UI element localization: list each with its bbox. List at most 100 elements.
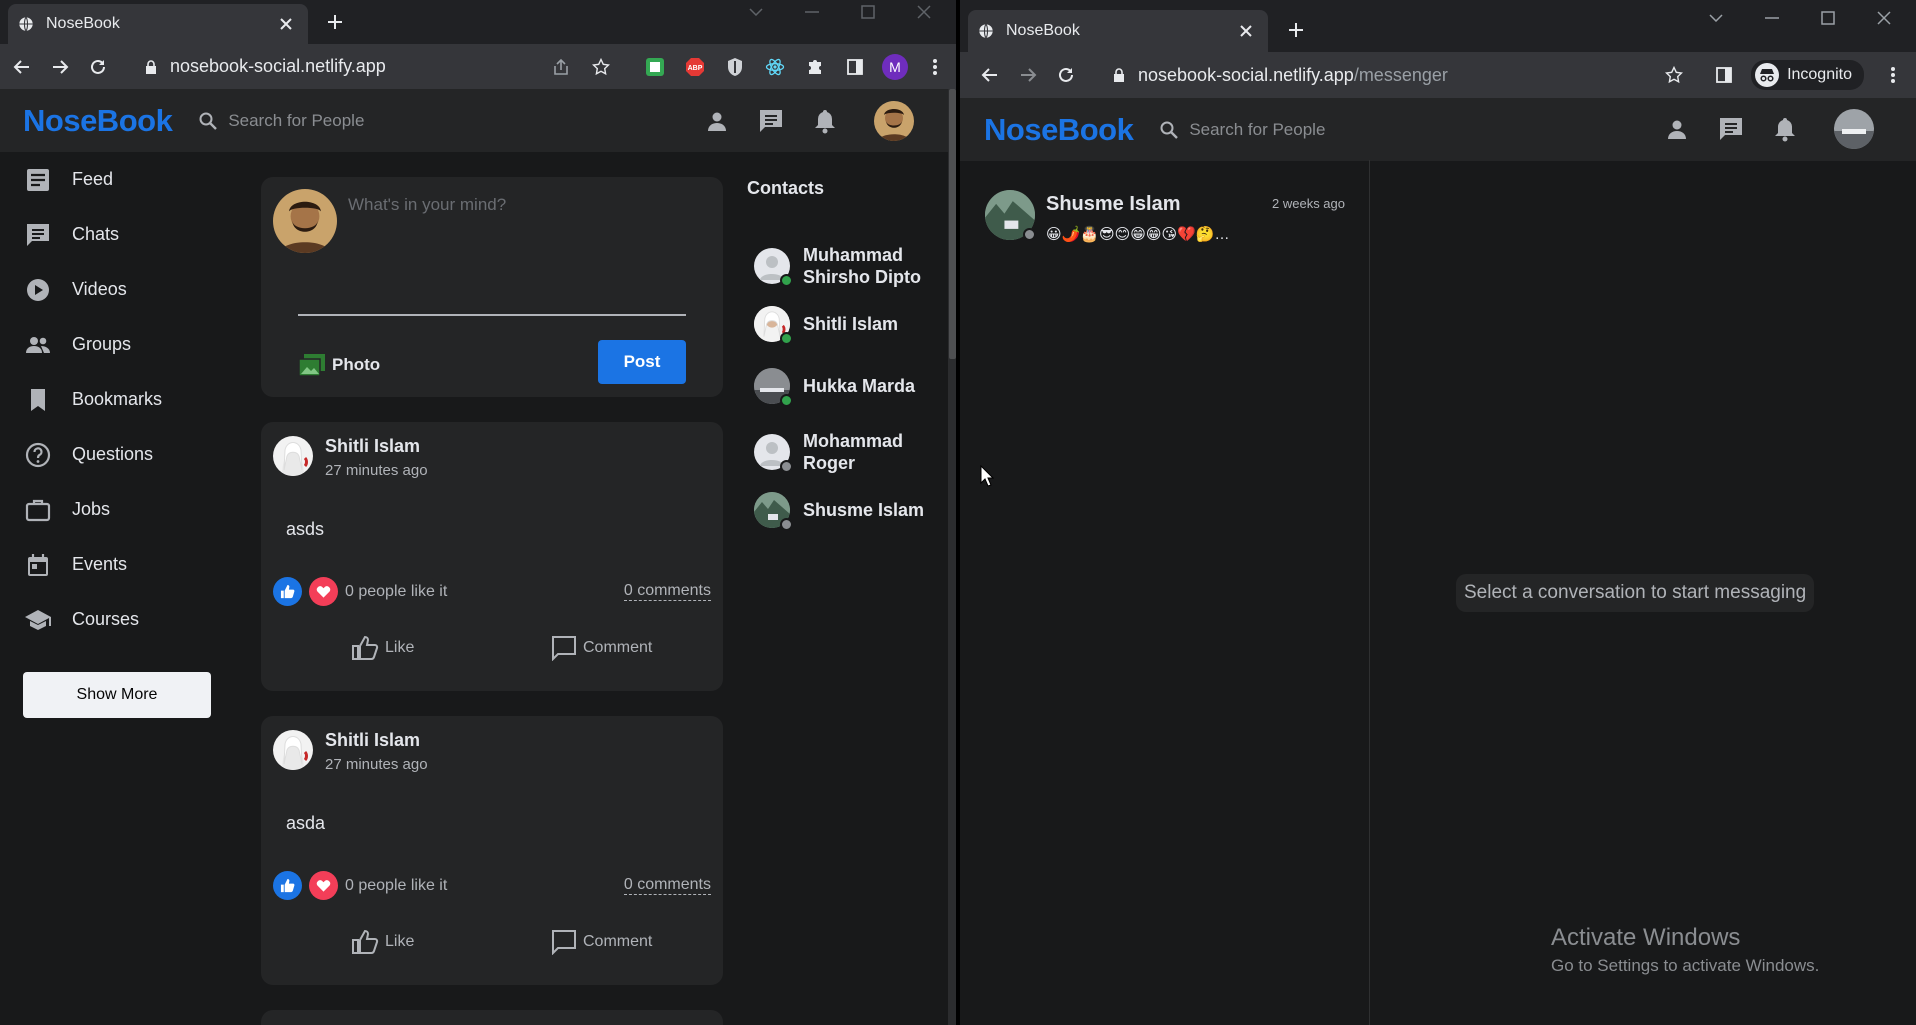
search-input[interactable]: Search for People [228,111,364,131]
post-author[interactable]: Shitli Islam [325,436,420,457]
close-tab-icon[interactable] [274,12,298,36]
like-reaction-icon[interactable] [273,871,302,900]
contact-item[interactable]: Mohammad Roger [754,430,923,474]
maximize-icon[interactable] [1800,6,1856,30]
person-icon[interactable] [704,108,730,134]
close-window-icon[interactable] [896,0,952,24]
conversation-item[interactable]: Shusme Islam 2 weeks ago 😀🌶️🎂😎😊😁😁😘💔🤔… [985,190,1355,250]
offline-status-dot [780,518,793,531]
search-input[interactable]: Search for People [1189,120,1325,140]
extension-green-icon[interactable] [640,52,670,82]
show-more-button[interactable]: Show More [23,672,211,718]
url-host: nosebook-social.netlify.app [170,56,386,76]
header-actions [1636,109,1874,149]
reactions: 0 people like it [273,871,447,900]
puzzle-icon[interactable] [800,52,830,82]
contact-item[interactable]: Shusme Islam [754,492,924,531]
like-button[interactable]: Like [351,929,414,955]
heart-reaction-icon[interactable] [309,577,338,606]
contact-item[interactable]: Hukka Marda [754,368,915,407]
reload-icon[interactable] [82,51,114,83]
chat-icon[interactable] [758,108,784,134]
app-logo[interactable]: NoseBook [23,103,173,139]
star-icon[interactable] [1659,60,1689,90]
comment-button[interactable]: Comment [551,635,652,661]
sidebar-item-questions[interactable]: Questions [0,427,240,482]
kebab-menu-icon[interactable] [920,52,950,82]
share-input[interactable]: What's in your mind? [348,195,506,215]
tab-search-icon[interactable] [1688,6,1744,30]
adblock-icon[interactable]: ABP [680,52,710,82]
minimize-icon[interactable] [784,0,840,24]
chat-icon[interactable] [1718,116,1744,142]
left-sidebar: Feed Chats Videos Groups Bookmarks Quest… [0,152,240,647]
school-icon [25,609,51,630]
search-box[interactable]: Search for People [198,111,364,131]
post-author-avatar[interactable] [273,436,313,476]
post-author[interactable]: Shitli Islam [325,730,420,751]
person-icon[interactable] [1664,116,1690,142]
side-panel-icon[interactable] [840,52,870,82]
post-time: 27 minutes ago [325,756,428,773]
comments-link[interactable]: 0 comments [623,876,711,895]
comments-link[interactable]: 0 comments [623,582,711,601]
incognito-badge[interactable]: Incognito [1751,60,1864,90]
window-controls [728,0,952,24]
comment-button[interactable]: Comment [551,929,652,955]
conversation-list: Shusme Islam 2 weeks ago 😀🌶️🎂😎😊😁😁😘💔🤔… [960,160,1370,1025]
profile-avatar[interactable]: M [880,52,910,82]
calendar-icon [28,553,48,576]
react-devtools-icon[interactable] [760,52,790,82]
post-time: 27 minutes ago [325,462,428,479]
heart-reaction-icon[interactable] [309,871,338,900]
address-bar[interactable]: nosebook-social.netlify.app/messenger [1112,65,1649,86]
sidebar-item-events[interactable]: Events [0,537,240,592]
back-icon[interactable] [6,51,38,83]
sidebar-item-videos[interactable]: Videos [0,262,240,317]
star-icon[interactable] [586,52,616,82]
bell-icon[interactable] [1772,116,1798,142]
maximize-icon[interactable] [840,0,896,24]
address-bar[interactable]: nosebook-social.netlify.app [144,56,536,77]
user-avatar[interactable] [1834,109,1874,149]
browser-tab[interactable]: NoseBook [968,10,1268,52]
left-browser-window: NoseBook nosebook-social.netlify.app ABP… [0,0,958,1025]
back-icon[interactable] [974,59,1006,91]
post-button[interactable]: Post [598,340,686,384]
close-tab-icon[interactable] [1234,19,1258,43]
new-tab-icon[interactable] [321,8,349,36]
browser-tab[interactable]: NoseBook [8,4,308,44]
lock-icon [1114,68,1124,82]
scrollbar-thumb[interactable] [949,89,956,359]
sidebar-item-chats[interactable]: Chats [0,207,240,262]
bell-icon[interactable] [812,108,838,134]
kebab-menu-icon[interactable] [1878,60,1908,90]
photo-option[interactable]: Photo [298,352,380,378]
new-tab-icon[interactable] [1282,16,1310,44]
user-avatar[interactable] [874,101,914,141]
contact-item[interactable]: Muhammad Shirsho Dipto [754,244,923,288]
shield-icon[interactable] [720,52,750,82]
sidebar-item-bookmarks[interactable]: Bookmarks [0,372,240,427]
share-user-avatar [273,189,337,253]
reload-icon[interactable] [1050,59,1082,91]
sidebar-item-groups[interactable]: Groups [0,317,240,372]
tab-search-icon[interactable] [728,0,784,24]
minimize-icon[interactable] [1744,6,1800,30]
search-box[interactable]: Search for People [1159,120,1325,140]
sidebar-item-feed[interactable]: Feed [0,152,240,207]
side-panel-icon[interactable] [1709,60,1739,90]
online-status-dot [780,332,793,345]
forward-icon[interactable] [44,51,76,83]
like-reaction-icon[interactable] [273,577,302,606]
forward-icon[interactable] [1012,59,1044,91]
app-logo[interactable]: NoseBook [984,112,1134,148]
like-button[interactable]: Like [351,635,414,661]
sidebar-item-courses[interactable]: Courses [0,592,240,647]
close-window-icon[interactable] [1856,6,1912,30]
share-icon[interactable] [546,52,576,82]
contact-item[interactable]: Shitli Islam [754,306,898,345]
post-author-avatar[interactable] [273,730,313,770]
sidebar-item-label: Chats [72,224,120,244]
sidebar-item-jobs[interactable]: Jobs [0,482,240,537]
